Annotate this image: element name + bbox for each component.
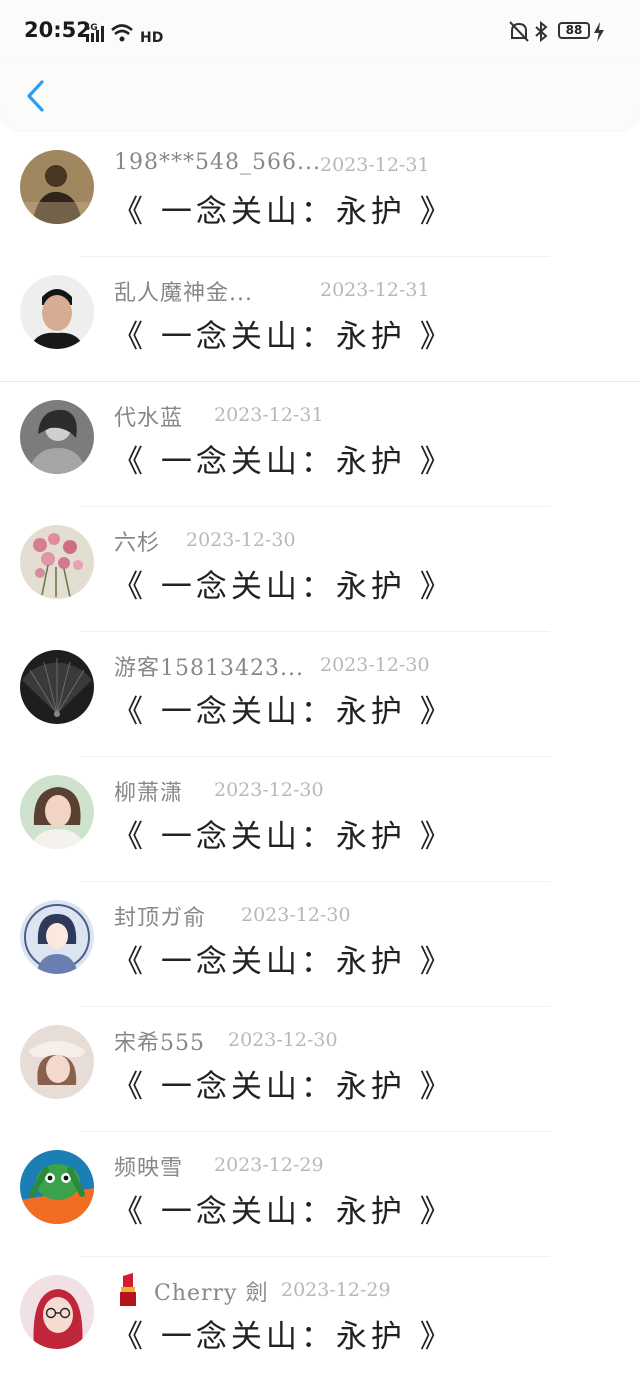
avatar[interactable] xyxy=(20,1275,94,1349)
item-title: 《 一念关山：永护 》 xyxy=(112,1194,455,1230)
list-item[interactable]: 柳萧潇 2023-12-30 《 一念关山：永护 》 xyxy=(0,757,640,882)
list-item[interactable]: 频映雪 2023-12-29 《 一念关山：永护 》 xyxy=(0,1132,640,1257)
user-name: 游客15813423... xyxy=(114,656,304,681)
list-item[interactable]: 游客15813423... 2023-12-30 《 一念关山：永护 》 xyxy=(0,632,640,757)
avatar[interactable] xyxy=(20,400,94,474)
user-name: 乱人魔神金... xyxy=(114,281,253,306)
item-title: 《 一念关山：永护 》 xyxy=(112,319,455,355)
status-time: 20:52 xyxy=(24,18,91,42)
lipstick-icon xyxy=(120,1273,136,1306)
comment-date: 2023-12-29 xyxy=(281,1279,391,1301)
user-name: 198***548_566... xyxy=(114,150,321,175)
user-name: 柳萧潇 xyxy=(114,781,184,806)
avatar[interactable] xyxy=(20,900,94,974)
item-title: 《 一念关山：永护 》 xyxy=(112,819,455,855)
battery-level: 88 xyxy=(558,22,590,39)
charging-icon xyxy=(594,22,604,42)
avatar[interactable] xyxy=(20,1150,94,1224)
user-name: Cherry 劍 xyxy=(154,1281,269,1306)
comment-date: 2023-12-29 xyxy=(214,1154,324,1176)
comment-date: 2023-12-31 xyxy=(214,404,324,426)
comment-date: 2023-12-30 xyxy=(186,529,296,551)
signal-wifi-icons: 4G HD xyxy=(84,23,163,44)
comment-date: 2023-12-31 xyxy=(320,154,430,176)
user-name: 六杉 xyxy=(114,531,161,556)
item-title: 《 一念关山：永护 》 xyxy=(112,944,455,980)
user-name: 宋希555 xyxy=(114,1031,205,1056)
list-item[interactable]: Cherry 劍 2023-12-29 《 一念关山：永护 》 xyxy=(0,1257,640,1382)
list-item[interactable]: 宋希555 2023-12-30 《 一念关山：永护 》 xyxy=(0,1007,640,1132)
item-title: 《 一念关山：永护 》 xyxy=(112,1069,455,1105)
avatar[interactable] xyxy=(20,775,94,849)
mute-bluetooth-icons xyxy=(509,20,548,43)
avatar[interactable] xyxy=(20,650,94,724)
list-item[interactable]: 封顶ガ俞 2023-12-30 《 一念关山：永护 》 xyxy=(0,882,640,1007)
nav-bar xyxy=(0,62,640,130)
list-item[interactable]: 198***548_566... 2023-12-31 《 一念关山：永护 》 xyxy=(0,132,640,257)
list-item[interactable]: 乱人魔神金... 2023-12-31 《 一念关山：永护 》 xyxy=(0,257,640,382)
hd-label: HD xyxy=(140,30,163,44)
user-name: 代水蓝 xyxy=(114,406,184,431)
status-right-icons: 88 xyxy=(508,20,618,46)
item-title: 《 一念关山：永护 》 xyxy=(112,444,455,480)
list-item[interactable]: 六杉 2023-12-30 《 一念关山：永护 》 xyxy=(0,507,640,632)
comment-date: 2023-12-30 xyxy=(320,654,430,676)
item-title: 《 一念关山：永护 》 xyxy=(112,694,455,730)
comment-date: 2023-12-30 xyxy=(241,904,351,926)
avatar[interactable] xyxy=(20,150,94,224)
avatar[interactable] xyxy=(20,275,94,349)
item-title: 《 一念关山：永护 》 xyxy=(112,194,455,230)
status-bar: 20:52 4G HD 88 xyxy=(0,0,640,62)
avatar[interactable] xyxy=(20,525,94,599)
item-title: 《 一念关山：永护 》 xyxy=(112,1319,455,1355)
item-title: 《 一念关山：永护 》 xyxy=(112,569,455,605)
back-button[interactable] xyxy=(22,78,50,114)
comment-date: 2023-12-31 xyxy=(320,279,430,301)
user-name: 封顶ガ俞 xyxy=(114,906,207,931)
list-item[interactable]: 代水蓝 2023-12-31 《 一念关山：永护 》 xyxy=(0,382,640,507)
user-name: 频映雪 xyxy=(114,1156,184,1181)
avatar[interactable] xyxy=(20,1025,94,1099)
comment-date: 2023-12-30 xyxy=(214,779,324,801)
comment-date: 2023-12-30 xyxy=(228,1029,338,1051)
network-type-label: 4G xyxy=(84,23,98,33)
